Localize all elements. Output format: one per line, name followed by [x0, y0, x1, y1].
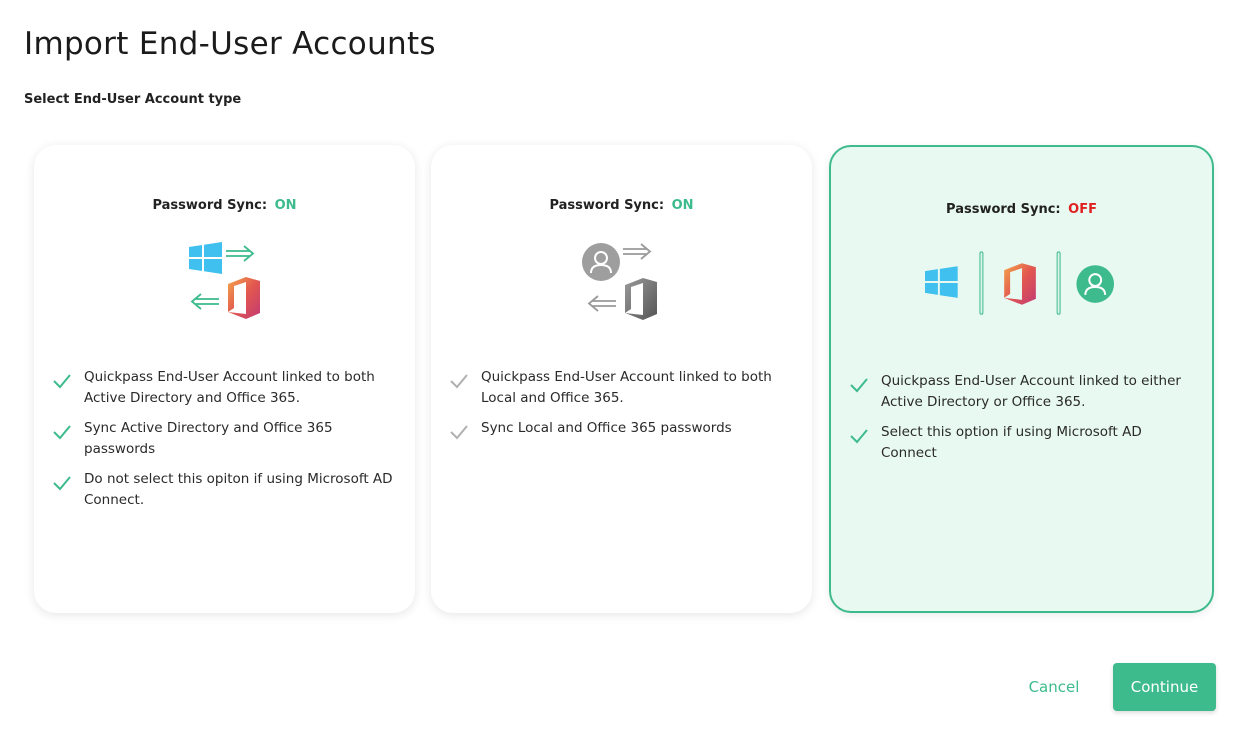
sync-label: Password Sync:: [549, 198, 665, 213]
password-sync-status: Password Sync: OFF: [831, 202, 1212, 217]
feature-item: Sync Active Directory and Office 365 pas…: [52, 418, 403, 460]
page-title: Import End-User Accounts: [24, 26, 436, 62]
windows-icon: [925, 266, 958, 298]
account-type-card-local-office365[interactable]: Password Sync: ON Quickpass End-User Acc…: [431, 145, 812, 613]
sync-state: ON: [274, 198, 297, 213]
feature-item: Quickpass End-User Account linked to bot…: [52, 367, 403, 409]
account-type-card-either-no-sync[interactable]: Password Sync: OFF Quickpass End-User Ac…: [829, 145, 1214, 613]
check-icon: [53, 476, 71, 491]
feature-text: Do not select this opiton if using Micro…: [84, 471, 393, 508]
check-icon: [450, 374, 468, 389]
sync-label: Password Sync:: [946, 202, 1061, 217]
arrow-left-icon: [587, 295, 616, 312]
office-icon: [1004, 263, 1036, 305]
feature-list: Quickpass End-User Account linked to bot…: [449, 367, 800, 451]
arrow-left-icon: [190, 293, 219, 310]
page-subtitle: Select End-User Account type: [24, 92, 242, 107]
check-icon: [850, 429, 868, 444]
feature-text: Quickpass End-User Account linked to bot…: [481, 369, 772, 406]
check-icon: [450, 425, 468, 440]
continue-button[interactable]: Continue: [1113, 663, 1216, 711]
windows-icon: [189, 242, 222, 274]
sync-illustration: [189, 242, 260, 319]
password-sync-status: Password Sync: ON: [431, 198, 812, 213]
sync-label: Password Sync:: [152, 198, 268, 213]
arrow-right-icon: [226, 245, 255, 262]
feature-item: Sync Local and Office 365 passwords: [449, 418, 800, 442]
cancel-button[interactable]: Cancel: [1010, 665, 1098, 709]
feature-text: Quickpass End-User Account linked to bot…: [84, 369, 375, 406]
feature-item: Quickpass End-User Account linked to eit…: [849, 371, 1200, 413]
feature-item: Quickpass End-User Account linked to bot…: [449, 367, 800, 409]
check-icon: [53, 425, 71, 440]
account-type-card-ad-office365[interactable]: Password Sync: ON Quickpass End-User Acc…: [34, 145, 415, 613]
feature-text: Sync Local and Office 365 passwords: [481, 420, 732, 436]
feature-list: Quickpass End-User Account linked to eit…: [849, 371, 1200, 473]
feature-list: Quickpass End-User Account linked to bot…: [52, 367, 403, 520]
feature-item: Select this option if using Microsoft AD…: [849, 422, 1200, 464]
password-sync-status: Password Sync: ON: [34, 198, 415, 213]
sync-illustration: [582, 243, 657, 320]
feature-text: Sync Active Directory and Office 365 pas…: [84, 420, 333, 457]
arrow-right-icon: [623, 243, 652, 260]
user-icon: [1076, 265, 1115, 303]
account-options-illustration: [925, 251, 1115, 315]
user-icon: [582, 243, 620, 281]
sync-state: ON: [671, 198, 694, 213]
check-icon: [53, 374, 71, 389]
office-icon: [625, 278, 657, 320]
sync-state: OFF: [1068, 202, 1097, 217]
check-icon: [850, 378, 868, 393]
office-icon: [228, 277, 260, 319]
feature-item: Do not select this opiton if using Micro…: [52, 469, 403, 511]
feature-text: Select this option if using Microsoft AD…: [881, 424, 1142, 461]
feature-text: Quickpass End-User Account linked to eit…: [881, 373, 1181, 410]
